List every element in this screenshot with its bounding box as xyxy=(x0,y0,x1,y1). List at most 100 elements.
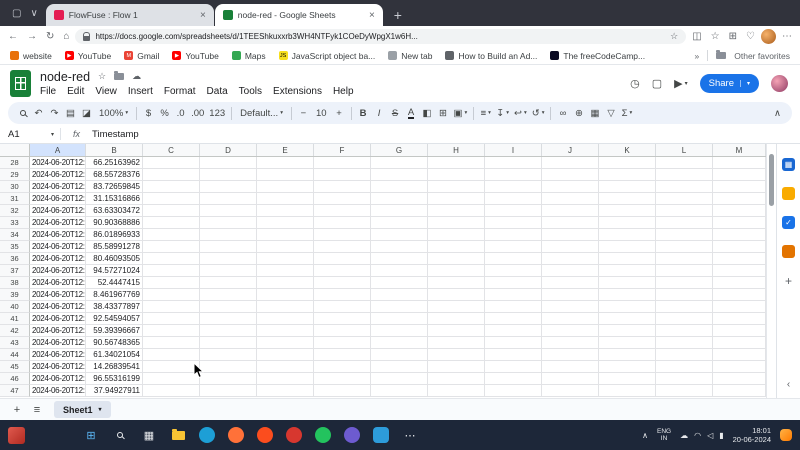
value-cell[interactable]: 94.57271024 xyxy=(86,265,143,277)
empty-cell[interactable] xyxy=(428,193,485,205)
empty-cell[interactable] xyxy=(542,289,599,301)
name-box[interactable]: A1 ▾ xyxy=(8,129,60,140)
empty-cell[interactable] xyxy=(542,205,599,217)
empty-cell[interactable] xyxy=(200,241,257,253)
empty-cell[interactable] xyxy=(599,205,656,217)
browser-profile-avatar[interactable] xyxy=(761,29,776,44)
empty-cell[interactable] xyxy=(713,337,766,349)
borders-icon[interactable]: ⊞ xyxy=(436,105,451,122)
empty-cell[interactable] xyxy=(485,181,542,193)
empty-cell[interactable] xyxy=(599,241,656,253)
empty-cell[interactable] xyxy=(200,157,257,169)
column-header-b[interactable]: B xyxy=(86,144,143,156)
empty-cell[interactable] xyxy=(143,181,200,193)
empty-cell[interactable] xyxy=(656,169,713,181)
row-number[interactable]: 37 xyxy=(0,265,30,277)
empty-cell[interactable] xyxy=(485,205,542,217)
contacts-icon[interactable] xyxy=(782,245,795,258)
row-number[interactable]: 47 xyxy=(0,385,30,397)
empty-cell[interactable] xyxy=(428,301,485,313)
empty-cell[interactable] xyxy=(428,337,485,349)
empty-cell[interactable] xyxy=(143,289,200,301)
empty-cell[interactable] xyxy=(485,301,542,313)
row-number[interactable]: 38 xyxy=(0,277,30,289)
collapse-toolbar-icon[interactable]: ∧ xyxy=(770,105,785,122)
bookmark-item[interactable]: MGmail xyxy=(124,51,159,61)
empty-cell[interactable] xyxy=(371,325,428,337)
empty-cell[interactable] xyxy=(143,205,200,217)
vertical-scrollbar[interactable] xyxy=(766,144,776,398)
value-cell[interactable]: 66.25163962 xyxy=(86,157,143,169)
menu-insert[interactable]: Insert xyxy=(128,86,153,97)
empty-cell[interactable] xyxy=(143,241,200,253)
refresh-icon[interactable]: ↻ xyxy=(46,31,54,42)
column-header-c[interactable]: C xyxy=(143,144,200,156)
more-apps-icon[interactable]: ⋯ xyxy=(402,427,418,443)
empty-cell[interactable] xyxy=(428,349,485,361)
empty-cell[interactable] xyxy=(599,373,656,385)
empty-cell[interactable] xyxy=(257,157,314,169)
timestamp-cell[interactable]: 2024-06-20T12: xyxy=(30,373,86,385)
empty-cell[interactable] xyxy=(200,301,257,313)
empty-cell[interactable] xyxy=(371,337,428,349)
timestamp-cell[interactable]: 2024-06-20T12: xyxy=(30,229,86,241)
empty-cell[interactable] xyxy=(314,241,371,253)
menus-search-icon[interactable] xyxy=(15,105,30,122)
empty-cell[interactable] xyxy=(314,217,371,229)
empty-cell[interactable] xyxy=(542,169,599,181)
empty-cell[interactable] xyxy=(257,265,314,277)
empty-cell[interactable] xyxy=(200,325,257,337)
empty-cell[interactable] xyxy=(656,217,713,229)
language-indicator[interactable]: ENG IN xyxy=(657,428,671,443)
all-sheets-icon[interactable]: ≡ xyxy=(28,404,46,416)
font-size-increase-icon[interactable]: + xyxy=(332,105,347,122)
row-number[interactable]: 41 xyxy=(0,313,30,325)
workspaces-icon[interactable]: ▢ xyxy=(12,8,21,19)
empty-cell[interactable] xyxy=(257,325,314,337)
onedrive-icon[interactable]: ☁ xyxy=(680,431,688,440)
value-cell[interactable]: 68.55728376 xyxy=(86,169,143,181)
timestamp-cell[interactable]: 2024-06-20T12: xyxy=(30,265,86,277)
empty-cell[interactable] xyxy=(656,337,713,349)
other-favorites-button[interactable]: Other favorites xyxy=(734,51,790,61)
empty-cell[interactable] xyxy=(143,157,200,169)
empty-cell[interactable] xyxy=(542,313,599,325)
row-number[interactable]: 29 xyxy=(0,169,30,181)
number-format-icon[interactable]: 123 xyxy=(207,105,227,122)
address-bar[interactable]: https://docs.google.com/spreadsheets/d/1… xyxy=(75,29,686,44)
empty-cell[interactable] xyxy=(314,229,371,241)
empty-cell[interactable] xyxy=(542,325,599,337)
empty-cell[interactable] xyxy=(200,349,257,361)
taskbar-clock[interactable]: 18:01 20-06-2024 xyxy=(733,426,771,444)
empty-cell[interactable] xyxy=(713,205,766,217)
empty-cell[interactable] xyxy=(485,169,542,181)
column-header-i[interactable]: I xyxy=(485,144,542,156)
empty-cell[interactable] xyxy=(713,373,766,385)
empty-cell[interactable] xyxy=(713,301,766,313)
empty-cell[interactable] xyxy=(200,361,257,373)
zoom-select[interactable]: 100%▾ xyxy=(95,105,132,122)
empty-cell[interactable] xyxy=(371,301,428,313)
timestamp-cell[interactable]: 2024-06-20T12: xyxy=(30,193,86,205)
bookmark-item[interactable]: ▶YouTube xyxy=(172,51,218,61)
empty-cell[interactable] xyxy=(257,205,314,217)
version-history-icon[interactable]: ◷ xyxy=(630,77,640,90)
decrease-decimals-icon[interactable]: .0 xyxy=(173,105,188,122)
empty-cell[interactable] xyxy=(542,229,599,241)
empty-cell[interactable] xyxy=(257,313,314,325)
empty-cell[interactable] xyxy=(656,253,713,265)
empty-cell[interactable] xyxy=(257,301,314,313)
menu-edit[interactable]: Edit xyxy=(67,86,84,97)
grid-corner[interactable] xyxy=(0,144,30,156)
empty-cell[interactable] xyxy=(143,265,200,277)
empty-cell[interactable] xyxy=(713,325,766,337)
empty-cell[interactable] xyxy=(143,229,200,241)
timestamp-cell[interactable]: 2024-06-20T12: xyxy=(30,385,86,397)
row-number[interactable]: 31 xyxy=(0,193,30,205)
empty-cell[interactable] xyxy=(656,313,713,325)
empty-cell[interactable] xyxy=(542,253,599,265)
empty-cell[interactable] xyxy=(599,253,656,265)
empty-cell[interactable] xyxy=(314,277,371,289)
favorite-this-page-icon[interactable]: ☆ xyxy=(670,31,678,42)
column-header-k[interactable]: K xyxy=(599,144,656,156)
